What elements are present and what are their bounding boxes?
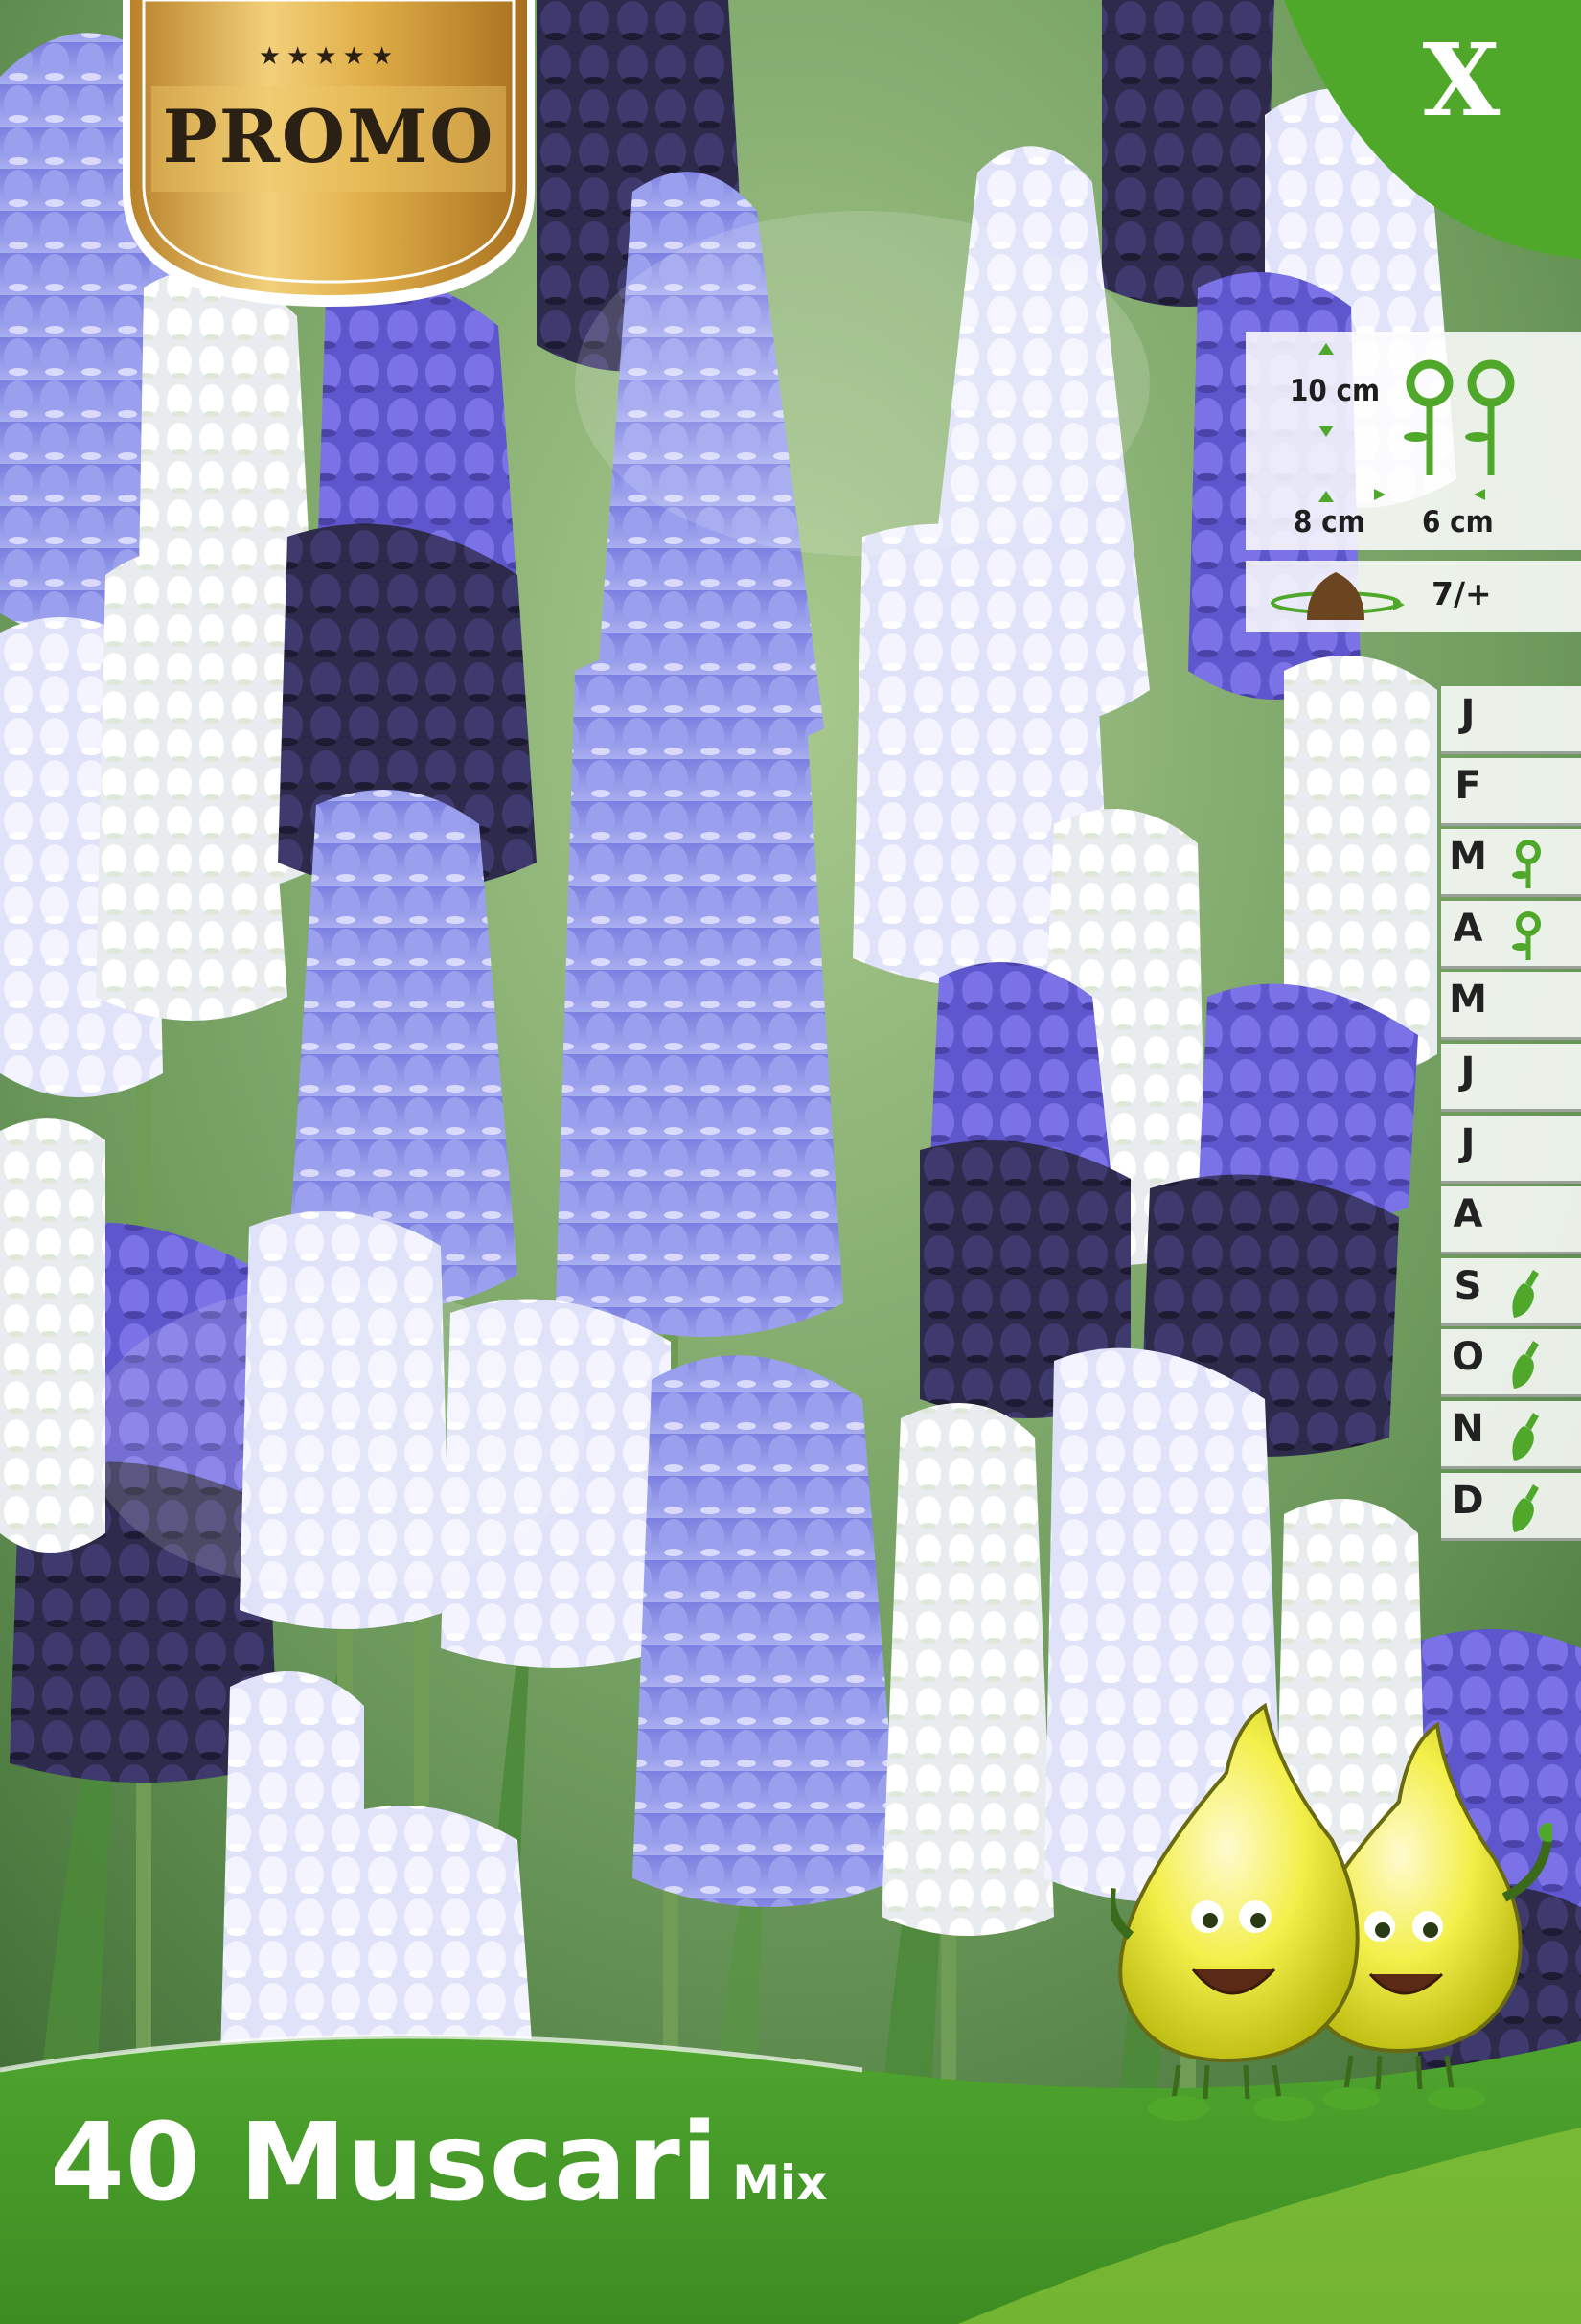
trowel-icon [1512,1269,1539,1318]
calendar-month-row: O [1441,1329,1581,1398]
calendar-month-label: A [1453,1192,1483,1237]
calendar-month-row: J [1441,686,1581,754]
row-spacing-label: 8 cm [1294,505,1365,540]
category-letter: X [1422,21,1501,139]
calendar-month-row: M [1441,972,1581,1041]
calendar-month-row: M [1441,829,1581,898]
product-label: ★★★★★ PROMO X 10 cm 8 cm 6 cm 7/+ J F M … [0,0,1581,2324]
calendar-month-label: F [1455,763,1481,808]
calendar-month-row: D [1441,1472,1581,1541]
calendar-month-label: J [1460,692,1476,736]
product-name: 40 Muscari Mix [50,2101,827,2225]
calendar-month-row: S [1441,1257,1581,1326]
trowel-icon [1512,1341,1539,1390]
calendar-month-label: J [1460,1120,1476,1165]
calendar-month-label: A [1453,906,1483,951]
mascot-left-icon [1111,1702,1360,2121]
plant-spacing-label: 6 cm [1422,505,1494,540]
calendar-month-row: J [1441,1044,1581,1112]
trowel-icon [1512,1413,1539,1461]
calendar-month-label: M [1449,978,1487,1023]
calendar-month-row: A [1441,900,1581,969]
bulb-icon [1271,572,1405,620]
calendar-month-row: A [1441,1186,1581,1255]
trowel-icon [1512,1484,1539,1532]
calendar-month-row: J [1441,1115,1581,1184]
promo-stars: ★★★★★ [258,42,400,71]
promo-label: PROMO [162,94,495,179]
calendar-month-label: O [1451,1335,1484,1380]
calendar-month-row: F [1441,757,1581,826]
calendar-month-label: N [1452,1407,1484,1451]
bulb-size-panel [1246,561,1581,632]
product-variant: Mix [732,2155,828,2211]
product-title: 40 Muscari [50,2101,720,2225]
flower-icon [1512,910,1541,960]
planting-calendar: JFMAMJJASOND [1441,686,1581,1549]
calendar-month-label: D [1452,1478,1484,1523]
calendar-month-label: J [1460,1049,1476,1093]
bulb-size-label: 7/+ [1432,575,1492,612]
depth-label: 10 cm [1290,374,1381,408]
calendar-month-label: M [1449,835,1487,880]
flower-icon [1512,840,1541,889]
calendar-month-label: S [1454,1263,1482,1308]
calendar-month-row: N [1441,1401,1581,1469]
bulb-mascots [1111,1702,1552,2121]
